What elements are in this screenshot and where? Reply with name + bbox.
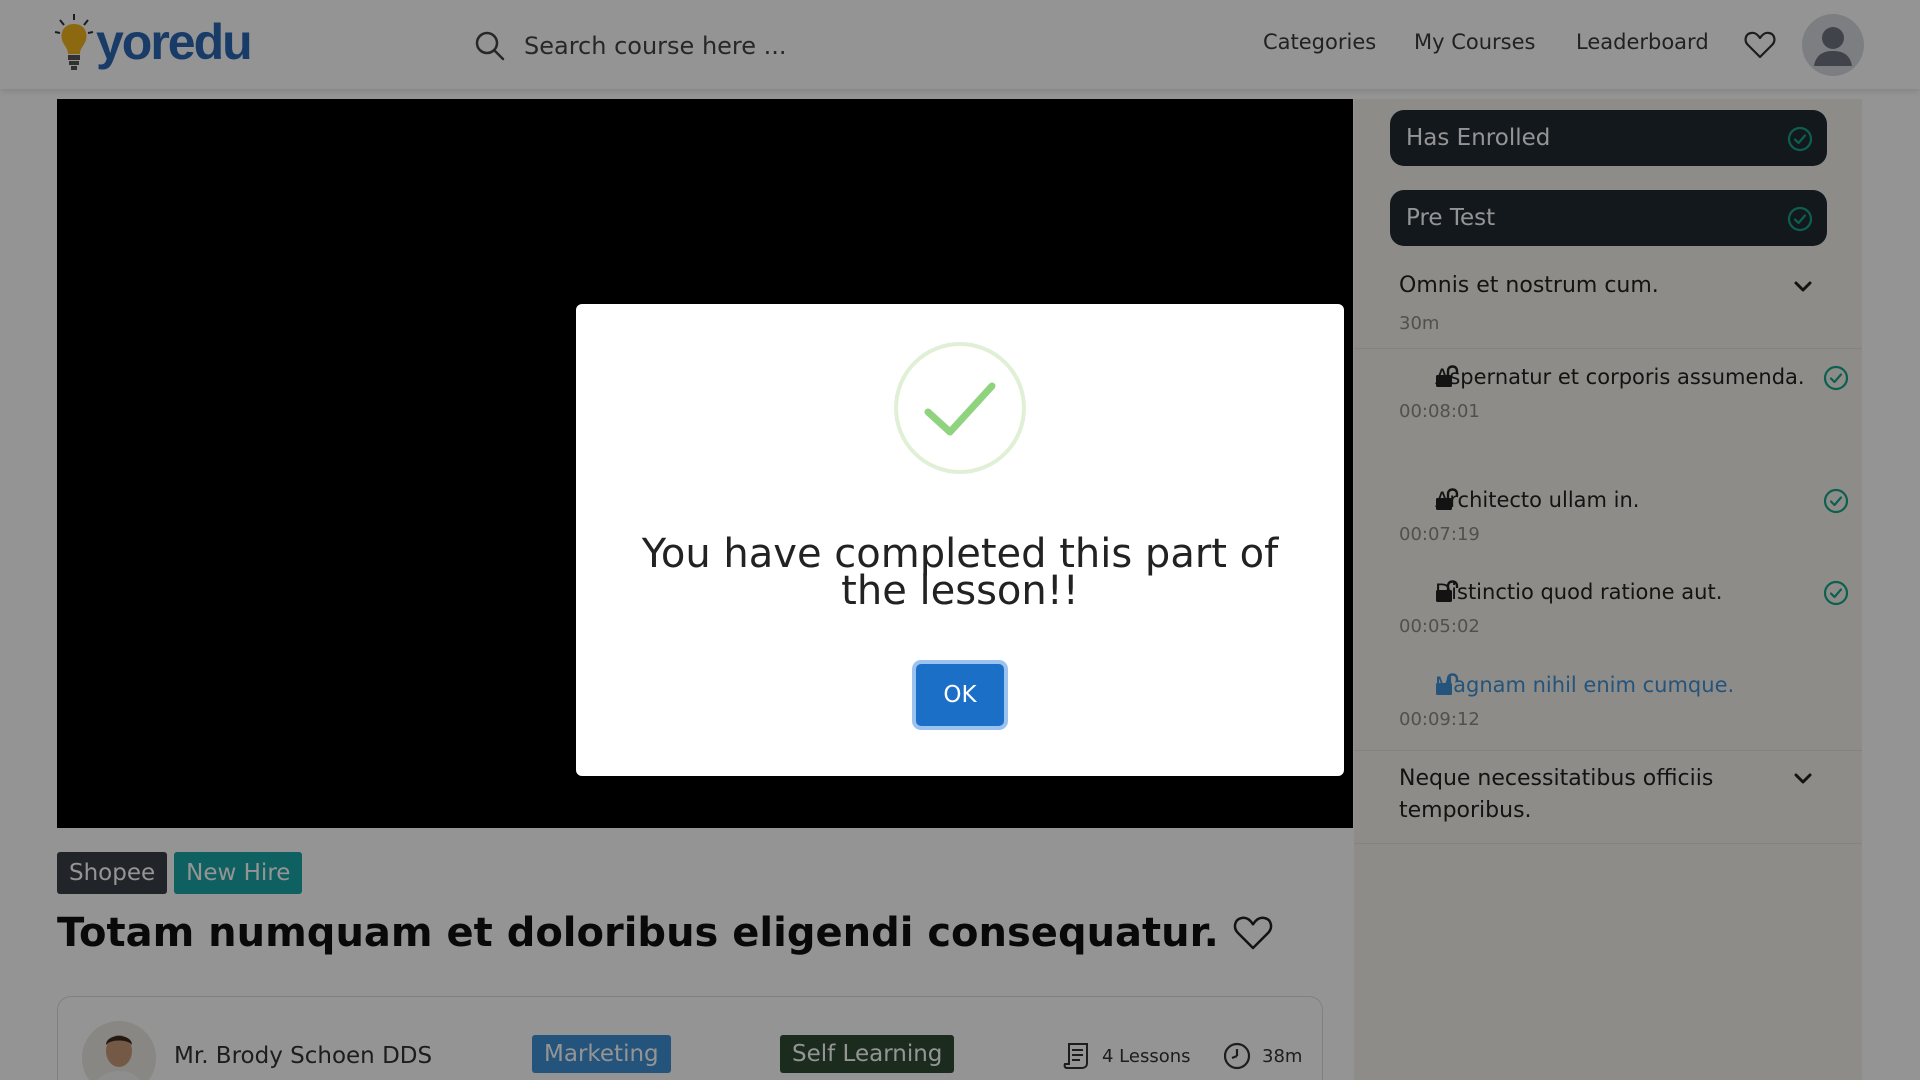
completion-dialog: You have completed this part of the less… — [576, 304, 1344, 776]
checkmark-icon — [894, 342, 1026, 474]
ok-button[interactable]: OK — [916, 664, 1004, 726]
dialog-message: You have completed this part of the less… — [641, 531, 1279, 614]
